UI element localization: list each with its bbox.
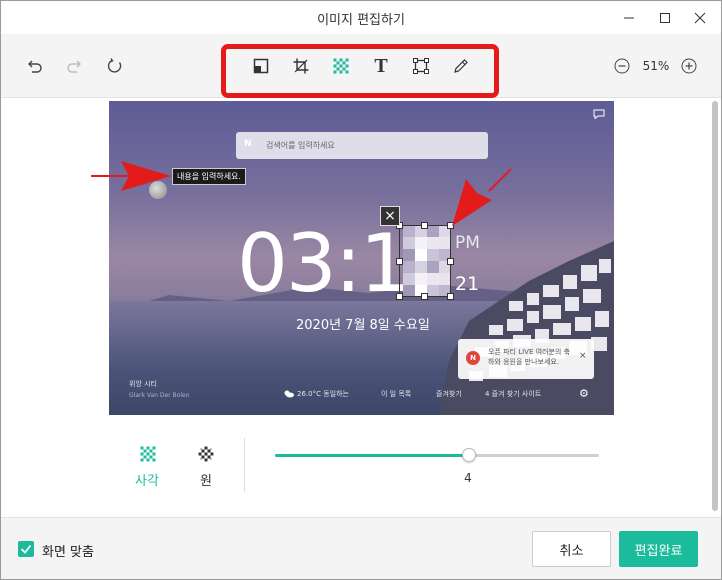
fit-screen-checkbox[interactable] bbox=[18, 541, 34, 557]
zoom-in-button[interactable] bbox=[675, 52, 703, 80]
strength-slider-fill bbox=[275, 454, 470, 457]
strength-slider-value: 4 bbox=[464, 471, 472, 485]
redo-icon bbox=[67, 60, 81, 73]
bottom-item-2[interactable]: 즐겨찾기 bbox=[436, 389, 462, 399]
editor-toolbar: T 51% bbox=[1, 34, 721, 98]
mosaic-tool-button[interactable] bbox=[327, 52, 355, 80]
undo-button[interactable] bbox=[20, 52, 48, 80]
zoom-level: 51% bbox=[642, 59, 670, 73]
redo-button[interactable] bbox=[61, 52, 89, 80]
text-icon: T bbox=[374, 54, 388, 77]
fit-screen-label[interactable]: 화면 맞춤 bbox=[42, 541, 94, 560]
zoom-out-button[interactable] bbox=[608, 52, 636, 80]
vertical-scrollbar[interactable] bbox=[712, 101, 718, 511]
notification-text: 오픈 파티 LIVE 여러분의 축하와 응원을 만나보세요. bbox=[488, 348, 571, 366]
options-divider bbox=[244, 438, 245, 492]
weather-label: 26.0°C 동일하는 bbox=[297, 390, 349, 398]
resize-handle-bottom-right[interactable] bbox=[447, 293, 454, 300]
reset-icon bbox=[107, 58, 122, 73]
minimize-icon bbox=[624, 17, 634, 18]
mosaic-icon bbox=[333, 58, 349, 74]
avatar bbox=[149, 181, 167, 199]
pen-icon bbox=[454, 59, 468, 73]
footer-bar: 화면 맞춤 취소 편집완료 bbox=[1, 517, 721, 579]
cancel-button[interactable]: 취소 bbox=[532, 531, 611, 567]
search-widget[interactable]: N 검색어를 입력하세요 bbox=[236, 132, 488, 159]
search-placeholder: 검색어를 입력하세요 bbox=[266, 141, 335, 150]
resize-handle-top-right[interactable] bbox=[447, 222, 454, 229]
location-label: 위앙 시티 bbox=[129, 380, 157, 388]
maximize-icon bbox=[660, 12, 670, 23]
fill-square-icon bbox=[253, 58, 269, 74]
shape-circle-label[interactable]: 원 bbox=[200, 470, 212, 489]
notification-close-icon[interactable]: × bbox=[579, 351, 587, 361]
circle-mosaic-icon[interactable] bbox=[198, 446, 214, 462]
settings-gear-icon[interactable]: ⚙ bbox=[579, 387, 589, 400]
clock-date: 2020년 7월 8일 수요일 bbox=[296, 318, 430, 333]
title-bar: 이미지 편집하기 bbox=[1, 1, 721, 34]
image-editor-window: 이미지 편집하기 T 51% N 검색어를 입력하세요 내용을 입력하세요. 0… bbox=[0, 0, 722, 580]
square-mosaic-icon[interactable] bbox=[140, 446, 156, 462]
mosaic-selection-box[interactable] bbox=[399, 225, 451, 297]
resize-handle-top[interactable] bbox=[421, 222, 428, 229]
weather-icon bbox=[284, 390, 294, 398]
clock-time: 03:1 bbox=[237, 217, 411, 310]
undo-icon bbox=[28, 60, 42, 73]
bottom-item-1[interactable]: 이 일 목록 bbox=[381, 389, 411, 399]
crop-icon bbox=[293, 58, 309, 74]
close-icon bbox=[694, 12, 706, 23]
resize-handle-right[interactable] bbox=[447, 258, 454, 265]
zoom-out-icon bbox=[614, 58, 630, 74]
mosaic-options: 사각 원 4 bbox=[1, 434, 711, 494]
notification-logo: N bbox=[466, 351, 480, 365]
delete-selection-button[interactable]: × bbox=[380, 206, 400, 226]
text-tool-button[interactable]: T bbox=[367, 52, 395, 80]
text-input-tip[interactable]: 내용을 입력하세요. bbox=[172, 168, 246, 185]
notification-card[interactable]: N 오픈 파티 LIVE 여러분의 축하와 응원을 만나보세요. × bbox=[458, 339, 594, 379]
frame-tool-button[interactable] bbox=[407, 52, 435, 80]
search-logo: N bbox=[244, 139, 252, 149]
crop-tool-button[interactable] bbox=[287, 52, 315, 80]
bottom-item-3[interactable]: 4 즐겨 찾기 사이트 bbox=[485, 389, 541, 399]
clock-seconds: 21 bbox=[455, 273, 480, 295]
edited-image[interactable]: N 검색어를 입력하세요 내용을 입력하세요. 03:1 PM 21 2020년… bbox=[109, 101, 614, 415]
fill-tool-button[interactable] bbox=[247, 52, 275, 80]
resize-handle-bottom-left[interactable] bbox=[396, 293, 403, 300]
chat-bubble-icon[interactable] bbox=[593, 109, 605, 119]
reset-button[interactable] bbox=[101, 52, 129, 80]
done-button[interactable]: 편집완료 bbox=[619, 531, 698, 567]
strength-slider-thumb[interactable] bbox=[462, 448, 477, 462]
shape-square-label[interactable]: 사각 bbox=[135, 470, 159, 489]
zoom-in-icon bbox=[681, 58, 697, 74]
checkmark-icon bbox=[20, 544, 32, 554]
frame-icon bbox=[413, 58, 429, 74]
resize-handle-left[interactable] bbox=[396, 258, 403, 265]
photographer-label: Glark Van Der Bolen bbox=[129, 392, 190, 399]
resize-handle-bottom[interactable] bbox=[421, 293, 428, 300]
close-button[interactable] bbox=[677, 1, 722, 34]
clock-ampm: PM bbox=[455, 233, 480, 253]
pen-tool-button[interactable] bbox=[447, 52, 475, 80]
